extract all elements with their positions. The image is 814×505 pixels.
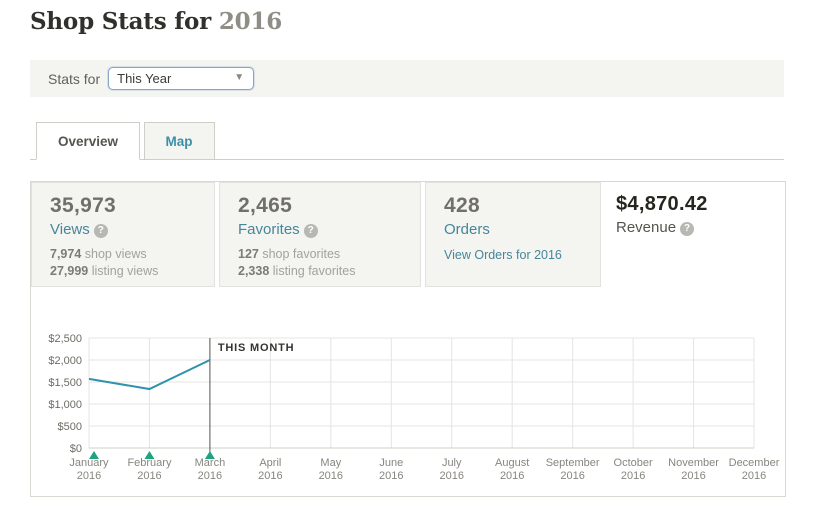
svg-text:2016: 2016 xyxy=(560,470,584,482)
svg-text:$0: $0 xyxy=(70,443,82,455)
svg-text:2016: 2016 xyxy=(681,470,705,482)
shop-favorites-label: shop favorites xyxy=(262,247,340,261)
stats-panel: 35,973 Views? 7,974 shop views 27,999 li… xyxy=(30,181,786,497)
stats-period-selected-value: This Year xyxy=(117,71,171,86)
revenue-help-icon[interactable]: ? xyxy=(680,222,694,236)
favorites-value: 2,465 xyxy=(238,194,420,218)
svg-text:December: December xyxy=(729,457,780,469)
svg-text:2016: 2016 xyxy=(439,470,463,482)
tab-map[interactable]: Map xyxy=(144,122,215,160)
listing-views-label: listing views xyxy=(92,264,159,278)
svg-text:September: September xyxy=(546,457,600,469)
orders-value: 428 xyxy=(444,194,600,218)
svg-text:April: April xyxy=(259,457,281,469)
revenue-chart: $0$500$1,000$1,500$2,000$2,500January201… xyxy=(31,287,785,498)
stat-card-favorites: 2,465 Favorites? 127 shop favorites 2,33… xyxy=(219,182,421,287)
svg-text:November: November xyxy=(668,457,719,469)
svg-text:2016: 2016 xyxy=(319,470,343,482)
svg-text:$2,500: $2,500 xyxy=(48,333,82,345)
svg-text:2016: 2016 xyxy=(500,470,524,482)
views-link[interactable]: Views xyxy=(50,221,90,238)
view-orders-link[interactable]: View Orders for 2016 xyxy=(444,248,600,262)
favorites-link[interactable]: Favorites xyxy=(238,221,300,238)
svg-text:2016: 2016 xyxy=(742,470,766,482)
stat-card-revenue: $4,870.42 Revenue? xyxy=(601,182,781,287)
tab-overview-label: Overview xyxy=(58,134,118,149)
shop-views-count: 7,974 xyxy=(50,247,81,261)
shop-stats-page: Shop Stats for 2016 Stats for This Year … xyxy=(0,0,814,505)
svg-text:$1,500: $1,500 xyxy=(48,377,82,389)
listing-views-count: 27,999 xyxy=(50,264,88,278)
tab-bar: Overview Map xyxy=(30,122,784,160)
svg-text:October: October xyxy=(614,457,653,469)
revenue-value: $4,870.42 xyxy=(616,193,781,216)
views-help-icon[interactable]: ? xyxy=(94,224,108,238)
views-sub-stats: 7,974 shop views 27,999 listing views xyxy=(50,246,214,280)
revenue-label: Revenue xyxy=(616,219,676,236)
stats-period-select[interactable]: This Year ▼ xyxy=(108,67,254,90)
stats-row: 35,973 Views? 7,974 shop views 27,999 li… xyxy=(31,182,785,287)
listing-favorites-count: 2,338 xyxy=(238,264,269,278)
svg-text:August: August xyxy=(495,457,529,469)
views-value: 35,973 xyxy=(50,194,214,218)
favorites-help-icon[interactable]: ? xyxy=(304,224,318,238)
svg-text:2016: 2016 xyxy=(258,470,282,482)
svg-text:$1,000: $1,000 xyxy=(48,399,82,411)
stat-card-orders: 428 Orders View Orders for 2016 xyxy=(425,182,601,287)
page-title: Shop Stats for 2016 xyxy=(30,8,282,35)
tab-map-label: Map xyxy=(166,134,193,149)
orders-link[interactable]: Orders xyxy=(444,221,490,238)
tab-overview[interactable]: Overview xyxy=(36,122,140,160)
filter-bar: Stats for This Year ▼ xyxy=(30,60,784,97)
svg-text:2016: 2016 xyxy=(198,470,222,482)
listing-favorites-label: listing favorites xyxy=(273,264,356,278)
shop-views-label: shop views xyxy=(85,247,147,261)
chevron-down-icon: ▼ xyxy=(234,72,244,83)
svg-text:May: May xyxy=(320,457,341,469)
svg-text:2016: 2016 xyxy=(621,470,645,482)
page-title-year: 2016 xyxy=(219,8,282,35)
svg-text:2016: 2016 xyxy=(137,470,161,482)
svg-text:$2,000: $2,000 xyxy=(48,355,82,367)
page-title-prefix: Shop Stats for xyxy=(30,8,211,35)
stats-period-label: Stats for xyxy=(48,71,100,87)
favorites-sub-stats: 127 shop favorites 2,338 listing favorit… xyxy=(238,246,420,280)
stat-card-views: 35,973 Views? 7,974 shop views 27,999 li… xyxy=(31,182,215,287)
shop-favorites-count: 127 xyxy=(238,247,259,261)
revenue-chart-svg: $0$500$1,000$1,500$2,000$2,500January201… xyxy=(31,287,783,498)
svg-text:THIS MONTH: THIS MONTH xyxy=(218,342,294,354)
svg-text:2016: 2016 xyxy=(77,470,101,482)
svg-text:$500: $500 xyxy=(58,421,82,433)
svg-text:June: June xyxy=(379,457,403,469)
svg-text:2016: 2016 xyxy=(379,470,403,482)
svg-text:July: July xyxy=(442,457,462,469)
